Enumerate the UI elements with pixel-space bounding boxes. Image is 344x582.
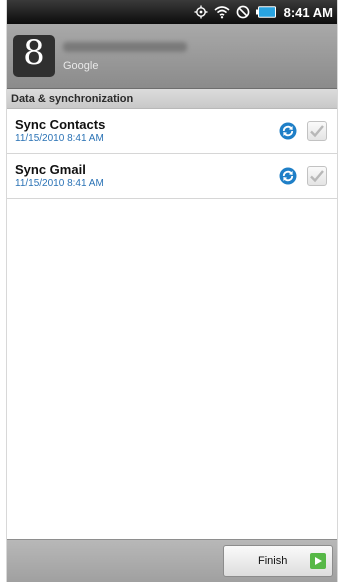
sync-item-text: Sync Gmail 11/15/2010 8:41 AM [15,162,279,190]
screen: 8:41 AM 8 Google Data & synchronization … [6,0,338,582]
sync-item-time: 11/15/2010 8:41 AM [15,133,104,144]
sync-item-gmail[interactable]: Sync Gmail 11/15/2010 8:41 AM [7,154,337,199]
sync-contacts-checkbox[interactable] [307,121,327,141]
phone-frame: 8:41 AM 8 Google Data & synchronization … [0,0,344,582]
battery-icon [255,6,276,18]
account-info: Google [63,40,187,72]
account-type: Google [63,60,99,72]
sync-item-contacts[interactable]: Sync Contacts 11/15/2010 8:41 AM [7,109,337,154]
account-email-redacted [63,42,187,52]
status-time: 8:41 AM [283,4,333,20]
google-logo-icon: 8 [13,35,55,77]
checkmark-icon [310,125,324,138]
sync-item-title: Sync Contacts [15,117,106,132]
checkmark-icon [310,170,324,183]
sync-item-text: Sync Contacts 11/15/2010 8:41 AM [15,117,279,145]
account-header: 8 Google [7,24,337,89]
sync-item-time: 11/15/2010 8:41 AM [15,178,104,189]
status-bar: 8:41 AM [7,0,337,24]
finish-button[interactable]: Finish [223,545,333,577]
sync-gmail-checkbox[interactable] [307,166,327,186]
no-signal-icon [236,5,250,19]
finish-label: Finish [258,555,288,567]
sync-icon [279,167,297,185]
sync-icon [279,122,297,140]
logo-letter: 8 [23,33,45,73]
wifi-icon [214,5,230,19]
bottom-bar: Finish [7,539,337,582]
section-header: Data & synchronization [7,89,337,109]
sync-item-title: Sync Gmail [15,162,86,177]
gps-icon [194,5,208,19]
arrow-right-icon [310,553,326,569]
